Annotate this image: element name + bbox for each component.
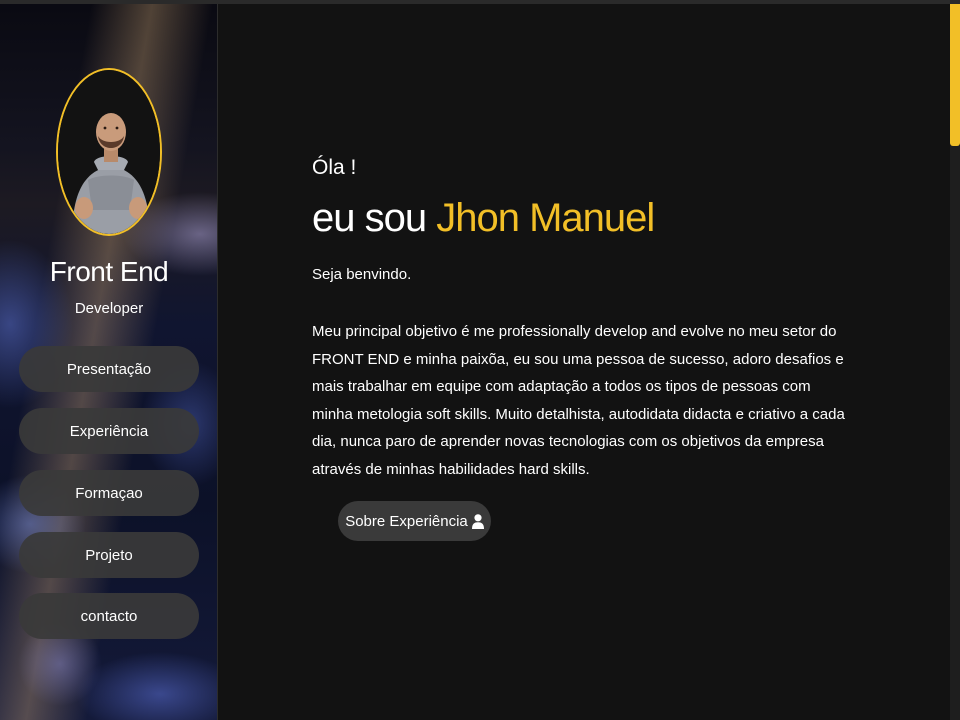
about-experience-button[interactable]: Sobre Experiência xyxy=(338,501,491,541)
about-experience-label: Sobre Experiência xyxy=(345,512,468,530)
main-content: Óla ! eu sou Jhon Manuel Seja benvindo. … xyxy=(219,4,950,720)
scrollbar[interactable] xyxy=(950,4,960,720)
sidebar: Front End Developer Presentação Experiên… xyxy=(0,4,218,720)
headline-name: Jhon Manuel xyxy=(436,196,655,240)
profile-photo xyxy=(58,70,160,234)
avatar xyxy=(56,68,162,236)
sidebar-subtitle: Developer xyxy=(74,300,144,317)
user-icon xyxy=(471,513,484,529)
headline-prefix: eu sou xyxy=(312,196,437,240)
greeting: Óla ! xyxy=(312,156,357,179)
description-text: Meu principal objetivo é me professional… xyxy=(312,323,845,478)
sidebar-title: Front End xyxy=(49,256,169,287)
nav-item-experiencia[interactable]: Experiência xyxy=(19,408,199,454)
scrollbar-thumb[interactable] xyxy=(950,4,960,146)
nav-item-presentacao[interactable]: Presentação xyxy=(19,346,199,392)
nav-item-contacto[interactable]: contacto xyxy=(19,593,199,639)
nav-item-formacao[interactable]: Formaçao xyxy=(19,470,199,516)
headline: eu sou Jhon Manuel xyxy=(312,196,655,241)
welcome-text: Seja benvindo. xyxy=(312,266,412,283)
nav-item-projeto[interactable]: Projeto xyxy=(19,532,199,578)
